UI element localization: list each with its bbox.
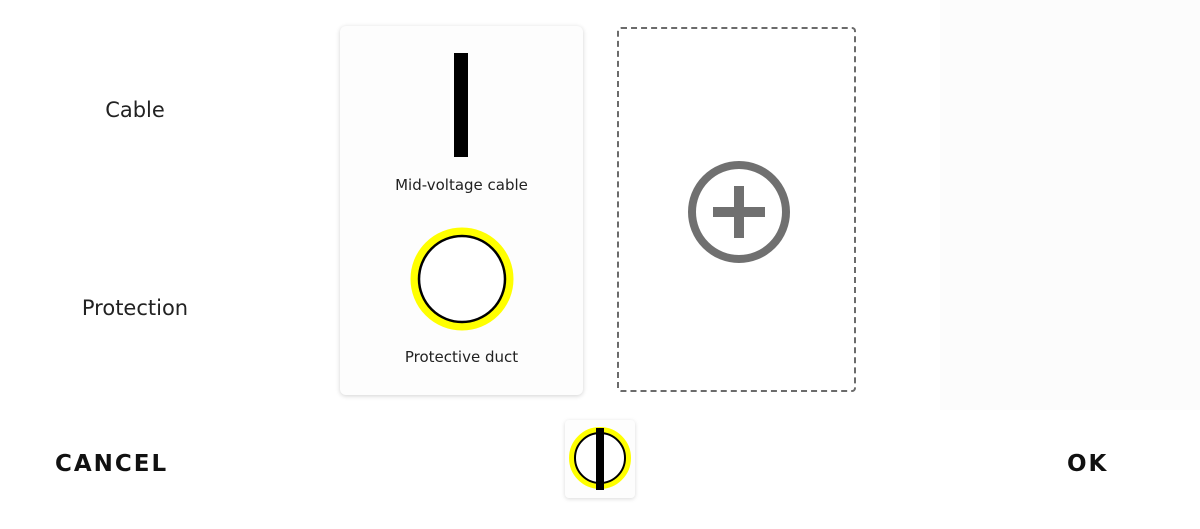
- add-item-slot[interactable]: [617, 27, 856, 392]
- cable-in-duct-icon: [569, 427, 631, 490]
- protection-name: Protective duct: [404, 348, 519, 366]
- selection-card[interactable]: Mid-voltage cable Protective duct: [340, 26, 583, 395]
- duct-ring-icon: [409, 226, 515, 332]
- side-panel: [940, 0, 1200, 410]
- plus-circle-icon: [686, 159, 792, 265]
- cable-row-label: Cable: [105, 98, 165, 122]
- cable-bar-icon: [454, 53, 468, 157]
- preview-thumbnail: [565, 420, 635, 498]
- cable-name: Mid-voltage cable: [395, 176, 528, 194]
- ok-button[interactable]: OK: [1067, 451, 1108, 477]
- cancel-button[interactable]: CANCEL: [55, 451, 168, 477]
- protection-row-label: Protection: [81, 296, 189, 320]
